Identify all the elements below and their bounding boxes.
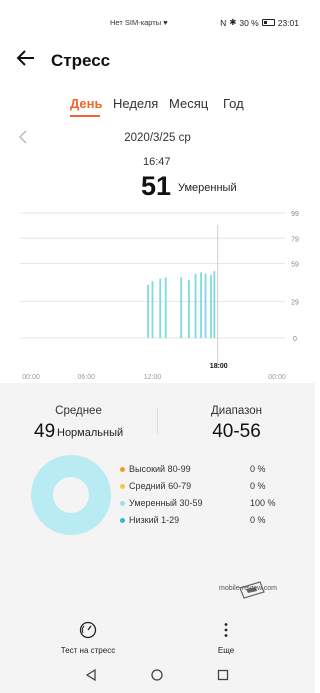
average-label: Нормальный [57,427,124,439]
reading-time: 16:47 [143,156,171,168]
nav-recents-icon[interactable] [217,668,229,686]
battery-icon [261,19,275,26]
tab-week[interactable]: Неделя [113,96,158,111]
status-bar: Нет SIM-карты ♥ N ✱ 30 % 23:01 [0,0,315,44]
legend-dot [120,484,125,489]
stress-test-button[interactable]: Тест на стресс [58,621,118,655]
reading-value: 51 [141,171,172,201]
action-bar: Тест на стресс Еще [0,615,315,655]
legend-label: Умеренный 30-59 [129,498,203,508]
range-value: 40-56 [212,421,261,442]
range-title: Диапазон [211,405,262,417]
legend-value: 100 % [250,498,276,508]
legend-item-high: Высокий 80-99 0 % [118,463,308,477]
y-tick-label: 29 [291,299,299,306]
legend-label: Средний 60-79 [129,481,192,491]
chart-bar [200,272,202,338]
stress-chart[interactable]: 99 79 59 29 0 00:00 06:00 12:00 18:00 00:00 [0,205,315,385]
stress-chart-svg[interactable]: 99 79 59 29 0 00:00 06:00 12:00 18:00 00:00 [0,205,315,385]
clock: 23:01 [277,17,299,28]
legend-value: 0 % [250,481,266,491]
chart-bar [159,278,162,338]
chart-bar [180,277,183,338]
stress-test-label: Тест на стресс [60,646,116,655]
x-tick-label: 06:00 [77,374,95,381]
chart-bar [188,279,190,338]
app-bar: Стресс [0,44,315,78]
legend-label: Высокий 80-99 [129,464,191,474]
selected-time-label: 18:00 [210,363,228,370]
legend-dot [120,501,125,506]
chart-bar [151,281,154,338]
arrow-left-icon[interactable] [16,48,36,74]
watermark-text: mobile-review.com [219,585,277,592]
legend-value: 0 % [250,464,266,474]
legend-item-medium: Средний 60-79 0 % [118,480,308,494]
chart-bar [213,271,216,338]
nfc-icon: N [220,17,227,28]
legend-label: Низкий 1-29 [129,515,180,525]
more-vertical-icon [224,623,228,637]
nav-home-icon[interactable] [151,668,163,686]
x-tick-label: 12:00 [144,374,162,381]
donut-hole [53,477,89,513]
y-tick-label: 0 [293,336,297,343]
chart-bar [204,273,207,338]
legend-dot [120,467,125,472]
average-value: 49 [34,421,56,442]
chart-bar [164,277,167,338]
more-button[interactable]: Еще [206,621,246,655]
tab-underline [70,115,100,117]
x-tick-label: 00:00 [268,374,286,381]
system-nav-bar [0,655,315,693]
legend-item-low: Низкий 1-29 0 % [118,514,308,528]
distribution-donut [31,455,111,535]
legend-dot [120,518,125,523]
legend-value: 0 % [250,515,266,525]
chart-bar [210,274,212,338]
legend-item-moderate: Умеренный 30-59 100 % [118,497,308,511]
page-title: Стресс [51,51,111,70]
date-label: 2020/3/25 ср [124,132,191,144]
nav-back-icon[interactable] [85,668,97,686]
period-tabs: День Неделя Месяц Год [0,96,315,120]
reading-level: Умеренный [178,182,237,194]
average-title: Среднее [55,405,102,417]
tab-year[interactable]: Год [223,96,244,111]
heart-icon: ♥ [163,18,168,27]
y-tick-label: 59 [291,262,299,269]
summary-panel: Среднее 49 Нормальный Диапазон 40-56 Выс… [0,383,315,615]
status-right: N ✱ 30 % 23:01 [220,17,299,28]
battery-percent: 30 % [239,17,259,28]
x-tick-label: 00:00 [22,374,40,381]
gauge-icon [79,621,97,639]
bluetooth-icon: ✱ [229,17,237,27]
y-tick-label: 79 [291,236,299,243]
chart-bar [147,284,149,338]
y-tick-label: 99 [291,211,299,218]
tab-month[interactable]: Месяц [169,96,208,111]
tab-day[interactable]: День [70,96,103,111]
carrier-status: Нет SIM-карты ♥ [110,18,168,27]
more-label: Еще [217,646,235,655]
chart-bar [194,273,197,338]
date-bar: 2020/3/25 ср [0,130,315,150]
